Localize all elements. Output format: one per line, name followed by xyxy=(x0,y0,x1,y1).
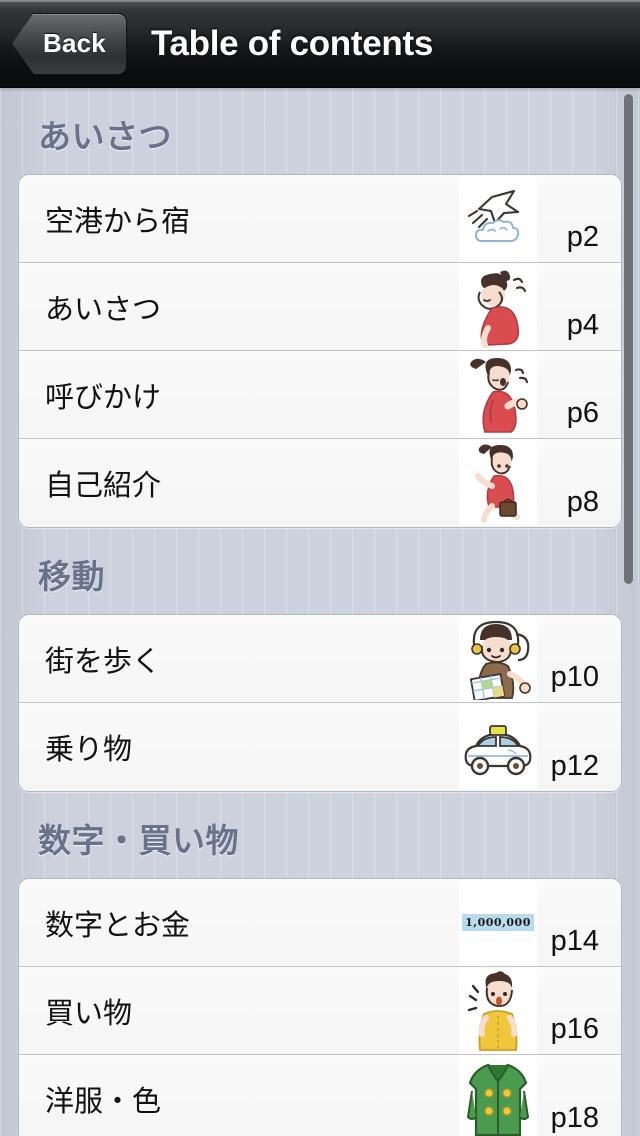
page-title: Table of contents xyxy=(150,23,434,63)
girl-bowing-illustration xyxy=(459,263,537,350)
table-row[interactable]: あいさつ p4 xyxy=(19,263,621,351)
row-page-number: p12 xyxy=(550,750,599,782)
navigation-bar: Back Table of contents xyxy=(0,0,640,88)
green-coat-illustration xyxy=(459,1056,537,1136)
table-row[interactable]: 街を歩く p10 xyxy=(19,615,621,703)
row-page-number: p6 xyxy=(566,397,599,429)
table-row[interactable]: 空港から宿 p2 xyxy=(19,175,621,263)
row-label: 洋服・色 xyxy=(45,1084,162,1118)
row-page-number: p14 xyxy=(550,925,599,957)
section-row-group: 街を歩く p10 乗り物 p12 xyxy=(18,614,622,792)
section-row-group: 数字とお金 1,000,000 p14 買い物 p16 洋服・色 p18 xyxy=(18,878,622,1136)
section-header: 移動 xyxy=(38,558,105,595)
table-row[interactable]: 洋服・色 p18 xyxy=(19,1055,621,1136)
airplane-cloud-illustration xyxy=(459,175,537,262)
row-page-number: p4 xyxy=(566,309,599,341)
girl-with-map-illustration xyxy=(459,615,537,702)
section-header: 数字・買い物 xyxy=(38,822,239,859)
row-label: 数字とお金 xyxy=(45,907,191,942)
girl-calling-illustration xyxy=(459,351,537,438)
row-page-number: p16 xyxy=(550,1013,599,1045)
row-label: 買い物 xyxy=(45,995,133,1030)
row-page-number: p18 xyxy=(550,1102,599,1134)
toc-section: あいさつ 空港から宿 p2 あいさつ p4 呼びかけ p6 自己紹介 p8 xyxy=(0,88,640,528)
row-label: あいさつ xyxy=(45,291,162,326)
row-page-number: p10 xyxy=(550,661,599,693)
table-row[interactable]: 呼びかけ p6 xyxy=(19,351,621,439)
section-row-group: 空港から宿 p2 あいさつ p4 呼びかけ p6 自己紹介 p8 xyxy=(18,174,622,528)
back-button[interactable]: Back xyxy=(12,12,127,75)
money-amount-text: 1,000,000 xyxy=(462,914,534,931)
table-of-contents-list[interactable]: あいさつ 空港から宿 p2 あいさつ p4 呼びかけ p6 自己紹介 p8 移動… xyxy=(0,88,640,1136)
table-row[interactable]: 自己紹介 p8 xyxy=(19,439,621,527)
toc-section: 数字・買い物数字とお金 1,000,000 p14 買い物 p16 洋服・色 xyxy=(0,792,640,1136)
row-label: 街を歩く xyxy=(45,643,162,678)
row-page-number: p8 xyxy=(566,486,599,518)
vertical-scrollbar[interactable] xyxy=(624,94,633,584)
money-number-illustration: 1,000,000 xyxy=(459,879,537,966)
girl-walking-bag-illustration xyxy=(459,440,537,526)
toc-section: 移動 街を歩く p10 乗り物 p12 xyxy=(0,528,640,792)
table-row[interactable]: 買い物 p16 xyxy=(19,967,621,1055)
taxi-car-illustration xyxy=(459,704,537,790)
chevron-left-icon xyxy=(12,13,42,74)
section-header: あいさつ xyxy=(38,118,172,155)
girl-yellow-top-illustration xyxy=(459,967,537,1054)
row-label: 呼びかけ xyxy=(45,379,162,414)
row-label: 自己紹介 xyxy=(45,468,162,502)
row-page-number: p2 xyxy=(566,221,599,253)
back-button-label: Back xyxy=(43,28,106,58)
table-row[interactable]: 数字とお金 1,000,000 p14 xyxy=(19,879,621,967)
table-row[interactable]: 乗り物 p12 xyxy=(19,703,621,791)
row-label: 空港から宿 xyxy=(45,203,191,238)
row-label: 乗り物 xyxy=(45,732,133,766)
